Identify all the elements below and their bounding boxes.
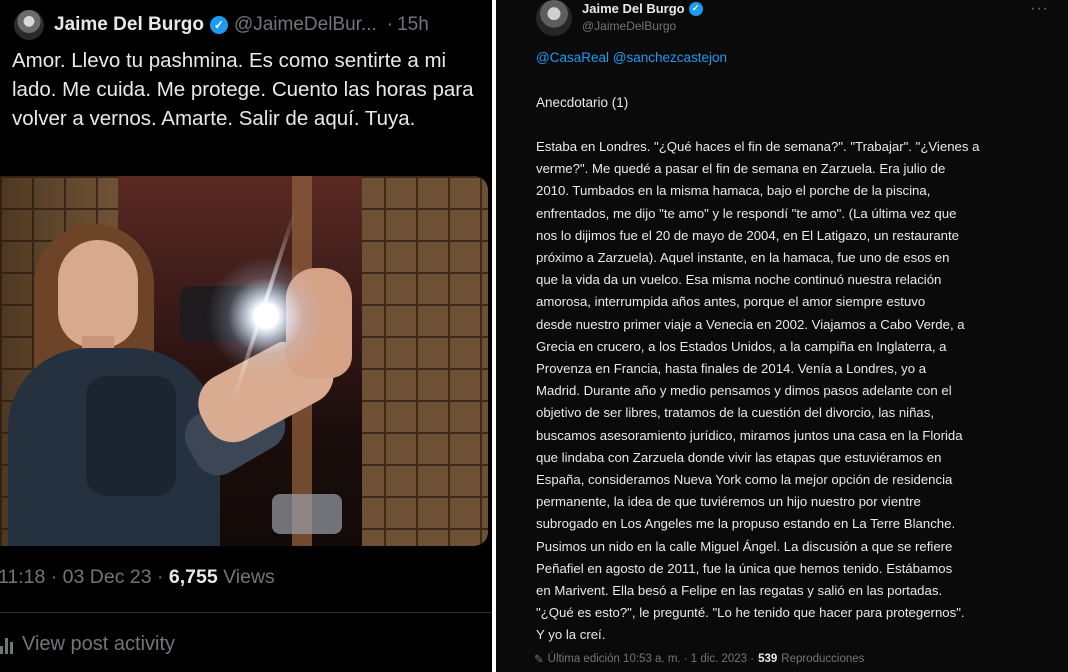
time-separator: ·: [386, 14, 394, 35]
author-handle[interactable]: @JaimeDelBurgo: [582, 19, 676, 33]
body-line: próximo a Zarzuela). Aquel instante, en …: [536, 250, 950, 266]
body-line: objetivo de ser libres, tratamos de la c…: [536, 405, 935, 421]
post-timestamp[interactable]: 15h: [397, 14, 429, 36]
more-dots-icon[interactable]: ···: [1030, 0, 1049, 18]
body-line: Pusimos un nido en la calle Miguel Ángel…: [536, 538, 953, 554]
body-line: amorosa, interrumpida años antes, porque…: [536, 294, 926, 310]
body-line: permanente, la idea de que tuviéremos un…: [536, 494, 921, 510]
verified-badge-icon: ✓: [688, 1, 703, 16]
body-line: que la vida da un vuelco. Esa misma noch…: [536, 272, 942, 288]
body-line: Grecia en crucero, a los Estados Unidos,…: [536, 338, 947, 354]
post-photo[interactable]: [0, 176, 488, 546]
avatar[interactable]: [14, 10, 44, 40]
views-count: 539: [758, 653, 778, 665]
author-handle[interactable]: @JaimeDelBur...: [234, 14, 377, 36]
body-line: enfrentados, me dijo "te amo" y le respo…: [536, 205, 957, 221]
views-count: 6,755: [168, 566, 218, 588]
body-line: Y yo la creí.: [536, 627, 606, 643]
body-line: nos lo dijimos fue el 20 de mayo de 2004…: [536, 227, 960, 243]
body-line: Estaba en Londres. "¿Qué haces el fin de…: [536, 139, 980, 154]
photo-flash-glare: [206, 256, 326, 376]
post-footer: ✎ Última edición 10:53 a. m. · 1 dic. 20…: [534, 652, 864, 666]
post-meta: 11:18 · 03 Dec 23 · 6,755 Views: [0, 566, 275, 589]
right-post-panel: Jaime Del Burgo ✓ @JaimeDelBurgo ··· @Ca…: [496, 0, 1068, 672]
post-text: Amor. Llevo tu pashmina. Es como sentirt…: [12, 49, 474, 130]
body-line: "¿Qué es esto?", le pregunté. "Lo he ten…: [536, 605, 965, 621]
author-name-row[interactable]: Jaime Del Burgo ✓: [582, 1, 703, 16]
body-line: Madrid. Durante año y medio pensamos y d…: [536, 383, 952, 399]
last-edit-label[interactable]: Última edición 10:53 a. m. · 1 dic. 2023…: [548, 653, 754, 665]
bar-chart-icon: [0, 634, 14, 656]
photo-tap: [272, 494, 342, 534]
body-line: Peñafiel en agosto de 2011, fue la única…: [536, 560, 953, 576]
activity-label: View post activity: [22, 633, 176, 655]
body-line: que lindaba con Zarzuela donde vivir las…: [536, 449, 942, 465]
left-post-header: Jaime Del Burgo ✓ @JaimeDelBur... · 15h: [14, 8, 429, 42]
body-line: desde nuestro primer viaje a Venecia en …: [536, 316, 965, 332]
views-label: Views: [217, 566, 275, 588]
author-name[interactable]: Jaime Del Burgo: [582, 1, 685, 16]
body-line: Provenza en Francia, hasta finales de 20…: [536, 361, 927, 377]
post-heading: Anecdotario (1): [536, 95, 629, 110]
body-line: España, consideramos Nueva York como la …: [536, 472, 953, 488]
body-line: subrogado en Los Angeles me la propuso e…: [536, 516, 956, 532]
author-name[interactable]: Jaime Del Burgo: [54, 14, 204, 36]
left-post-panel: Jaime Del Burgo ✓ @JaimeDelBur... · 15h …: [0, 0, 492, 672]
view-post-activity-link[interactable]: View post activity: [0, 633, 175, 656]
avatar[interactable]: [536, 0, 572, 36]
divider: [0, 612, 492, 613]
photo-face: [58, 240, 138, 348]
body-line: verme?". Me quedé a pasar el fin de sema…: [536, 161, 946, 177]
body-line: 2010. Tumbados en la misma hamaca, bajo …: [536, 183, 931, 199]
verified-badge-icon: ✓: [209, 16, 228, 34]
post-datetime[interactable]: 11:18 · 03 Dec 23 ·: [0, 566, 169, 588]
body-line: en Marivent. Ella besó a Felipe en las r…: [536, 583, 943, 599]
mentions[interactable]: @CasaReal @sanchezcastejon: [536, 50, 727, 65]
views-label: Reproducciones: [781, 653, 865, 665]
photo-pashmina-fold: [86, 376, 176, 496]
post-body: Estaba en Londres. "¿Qué haces el fin de…: [536, 136, 1058, 647]
body-line: buscamos asesoramiento jurídico, miramos…: [536, 427, 963, 443]
pencil-icon: ✎: [534, 654, 544, 666]
